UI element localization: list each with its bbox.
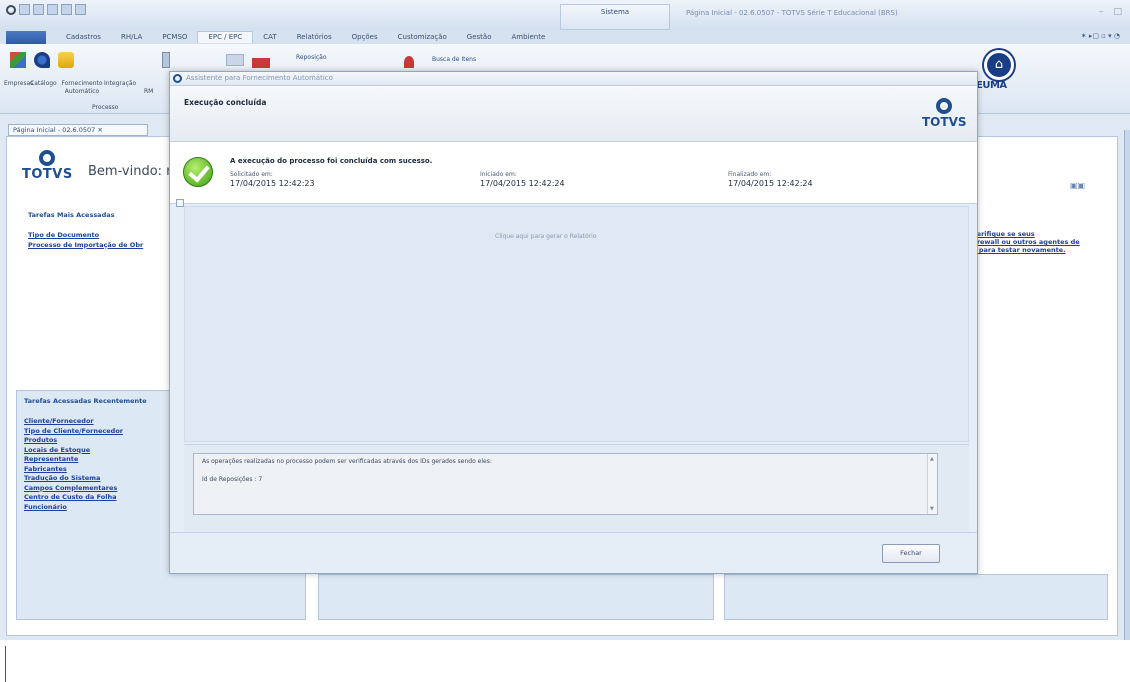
recent-list: Cliente/Fornecedor Tipo de Cliente/Forne… (24, 417, 123, 511)
quick-access-toolbar (6, 4, 86, 15)
dialog-footer: Fechar (170, 532, 977, 573)
recent-title: Tarefas Acessadas Recentemente (24, 397, 147, 405)
chart-icon[interactable] (252, 58, 270, 68)
dialog-title: Assistente para Fornecimento Automático (186, 74, 333, 82)
busca-itens-button[interactable]: Busca de Itens (432, 56, 476, 63)
most-accessed-title: Tarefas Mais Acessadas (28, 211, 115, 219)
window-controls: – □ (1099, 7, 1122, 17)
minimize-icon[interactable]: – (1099, 7, 1104, 17)
list-item[interactable]: Tipo de Cliente/Fornecedor (24, 427, 123, 436)
dialog-header: Execução concluída (170, 86, 977, 142)
integracao-icon[interactable] (162, 52, 170, 68)
list-item[interactable]: Fabricantes (24, 465, 123, 474)
ribbon-button-empresas[interactable]: Empresas (4, 80, 33, 88)
totvs-icon (173, 74, 182, 83)
operations-log[interactable]: As operações realizadas no processo pode… (193, 453, 938, 515)
status-message: A execução do processo foi concluída com… (230, 157, 433, 165)
finished-at: Finalizado em: 17/04/2015 12:42:24 (728, 171, 813, 188)
log-scrollbar[interactable]: ▲ ▼ (927, 454, 937, 514)
log-line: Id de Reposições : 7 (202, 476, 263, 483)
window-title: Página Inicial - 02.6.0507 - TOTVS Série… (686, 9, 898, 17)
help-link[interactable]: h para testar novamente. (972, 246, 1102, 254)
tab-rhla[interactable]: RH/LA (111, 33, 152, 43)
center-panel (318, 574, 714, 620)
tab-opcoes[interactable]: Opções (342, 33, 388, 43)
dialog-title-bar: Assistente para Fornecimento Automático (170, 72, 977, 86)
list-item[interactable]: Tipo de Documento (28, 231, 143, 240)
customize-toolbar-icon[interactable] (75, 4, 86, 15)
document-tab[interactable]: Página Inicial - 02.6.0507 ✕ (8, 124, 148, 136)
fornecimento-icon[interactable] (58, 52, 74, 68)
ribbon-button-catalogo[interactable]: Catálogo (30, 80, 57, 88)
list-item[interactable]: Representante (24, 455, 123, 464)
help-link[interactable]: firewall ou outros agentes de (972, 238, 1102, 246)
client-logo: ⌂ EUMA (970, 46, 1030, 112)
tab-customizacao[interactable]: Customização (388, 33, 457, 43)
tab-cadastros[interactable]: Cadastros (56, 33, 111, 43)
list-item[interactable]: Produtos (24, 436, 123, 445)
scroll-down-icon[interactable]: ▼ (930, 506, 934, 512)
ribbon-button-fornecimento[interactable]: Fornecimento Automático (58, 80, 106, 96)
most-accessed-list: Tipo de Documento Processo de Importação… (28, 231, 143, 249)
tab-pcmso[interactable]: PCMSO (152, 33, 197, 43)
right-panel (724, 574, 1108, 620)
save-icon[interactable] (33, 4, 44, 15)
help-link[interactable]: Verifique se seus (972, 230, 1102, 238)
empresas-icon[interactable] (10, 52, 26, 68)
totvs-logo: TOTVS (22, 150, 73, 182)
institution-emblem-icon: ⌂ (984, 50, 1014, 80)
ribbon-button-integracao[interactable]: Integração (104, 80, 136, 88)
view-toggle-icons[interactable]: ▣▣ (1070, 181, 1085, 190)
started-at: Iniciado em: 17/04/2015 12:42:24 (480, 171, 565, 188)
context-tab[interactable]: Sistema (560, 4, 670, 30)
tab-relatorios[interactable]: Relatórios (287, 33, 342, 43)
list-item[interactable]: Centro de Custo da Folha (24, 493, 123, 502)
list-item[interactable]: Processo de Importação de Obr (28, 241, 143, 250)
dialog-header-title: Execução concluída (184, 98, 267, 107)
reposicao-button[interactable]: Reposição (296, 54, 327, 61)
dialog-body: Clique aqui para gerar o Relatório (184, 206, 969, 442)
close-button[interactable]: Fechar (882, 544, 940, 563)
ribbon-tabs: Cadastros RH/LA PCMSO EPC / EPC CAT Rela… (56, 31, 556, 43)
text-cursor (5, 646, 6, 682)
tab-gestao[interactable]: Gestão (457, 33, 502, 43)
maximize-icon[interactable]: □ (1113, 7, 1122, 17)
tab-epc[interactable]: EPC / EPC (197, 31, 254, 43)
log-line: As operações realizadas no processo pode… (202, 458, 492, 465)
ribbon-group-label: Processo (92, 104, 119, 111)
wizard-dialog: Assistente para Fornecimento Automático … (169, 71, 978, 574)
success-check-icon (183, 157, 213, 187)
scroll-up-icon[interactable]: ▲ (930, 456, 934, 462)
dialog-totvs-logo: TOTVS (922, 98, 967, 129)
generate-report-link[interactable]: Clique aqui para gerar o Relatório (495, 233, 597, 240)
help-icons[interactable]: ✶ ▸▢ ▫ ▾ ◔ (1081, 32, 1120, 40)
right-sidebar[interactable] (1124, 130, 1130, 640)
undo-icon[interactable] (47, 4, 58, 15)
requested-at: Solicitado em: 17/04/2015 12:42:23 (230, 171, 315, 188)
expand-toggle[interactable] (176, 199, 184, 207)
list-item[interactable]: Campos Complementares (24, 484, 123, 493)
catalogo-icon[interactable] (34, 52, 50, 68)
welcome-text: Bem-vindo: m (88, 164, 179, 179)
tab-ambiente[interactable]: Ambiente (502, 33, 556, 43)
list-item[interactable]: Locais de Estoque (24, 446, 123, 455)
execution-status: A execução do processo foi concluída com… (170, 142, 977, 204)
title-bar: Sistema Página Inicial - 02.6.0507 - TOT… (0, 0, 1130, 30)
connection-help-links: Verifique se seus firewall ou outros age… (972, 230, 1102, 254)
list-item[interactable]: Cliente/Fornecedor (24, 417, 123, 426)
ribbon-button-rm[interactable]: RM (144, 88, 153, 96)
list-item[interactable]: Funcionário (24, 503, 123, 512)
redo-icon[interactable] (61, 4, 72, 15)
app-window: Sistema Página Inicial - 02.6.0507 - TOT… (0, 0, 1130, 640)
user-icon[interactable] (404, 56, 414, 68)
grid-icon[interactable] (226, 54, 244, 66)
list-item[interactable]: Tradução do Sistema (24, 474, 123, 483)
new-icon[interactable] (19, 4, 30, 15)
tab-cat[interactable]: CAT (253, 33, 286, 43)
file-menu-button[interactable] (6, 31, 46, 44)
app-logo-icon[interactable] (6, 4, 16, 15)
